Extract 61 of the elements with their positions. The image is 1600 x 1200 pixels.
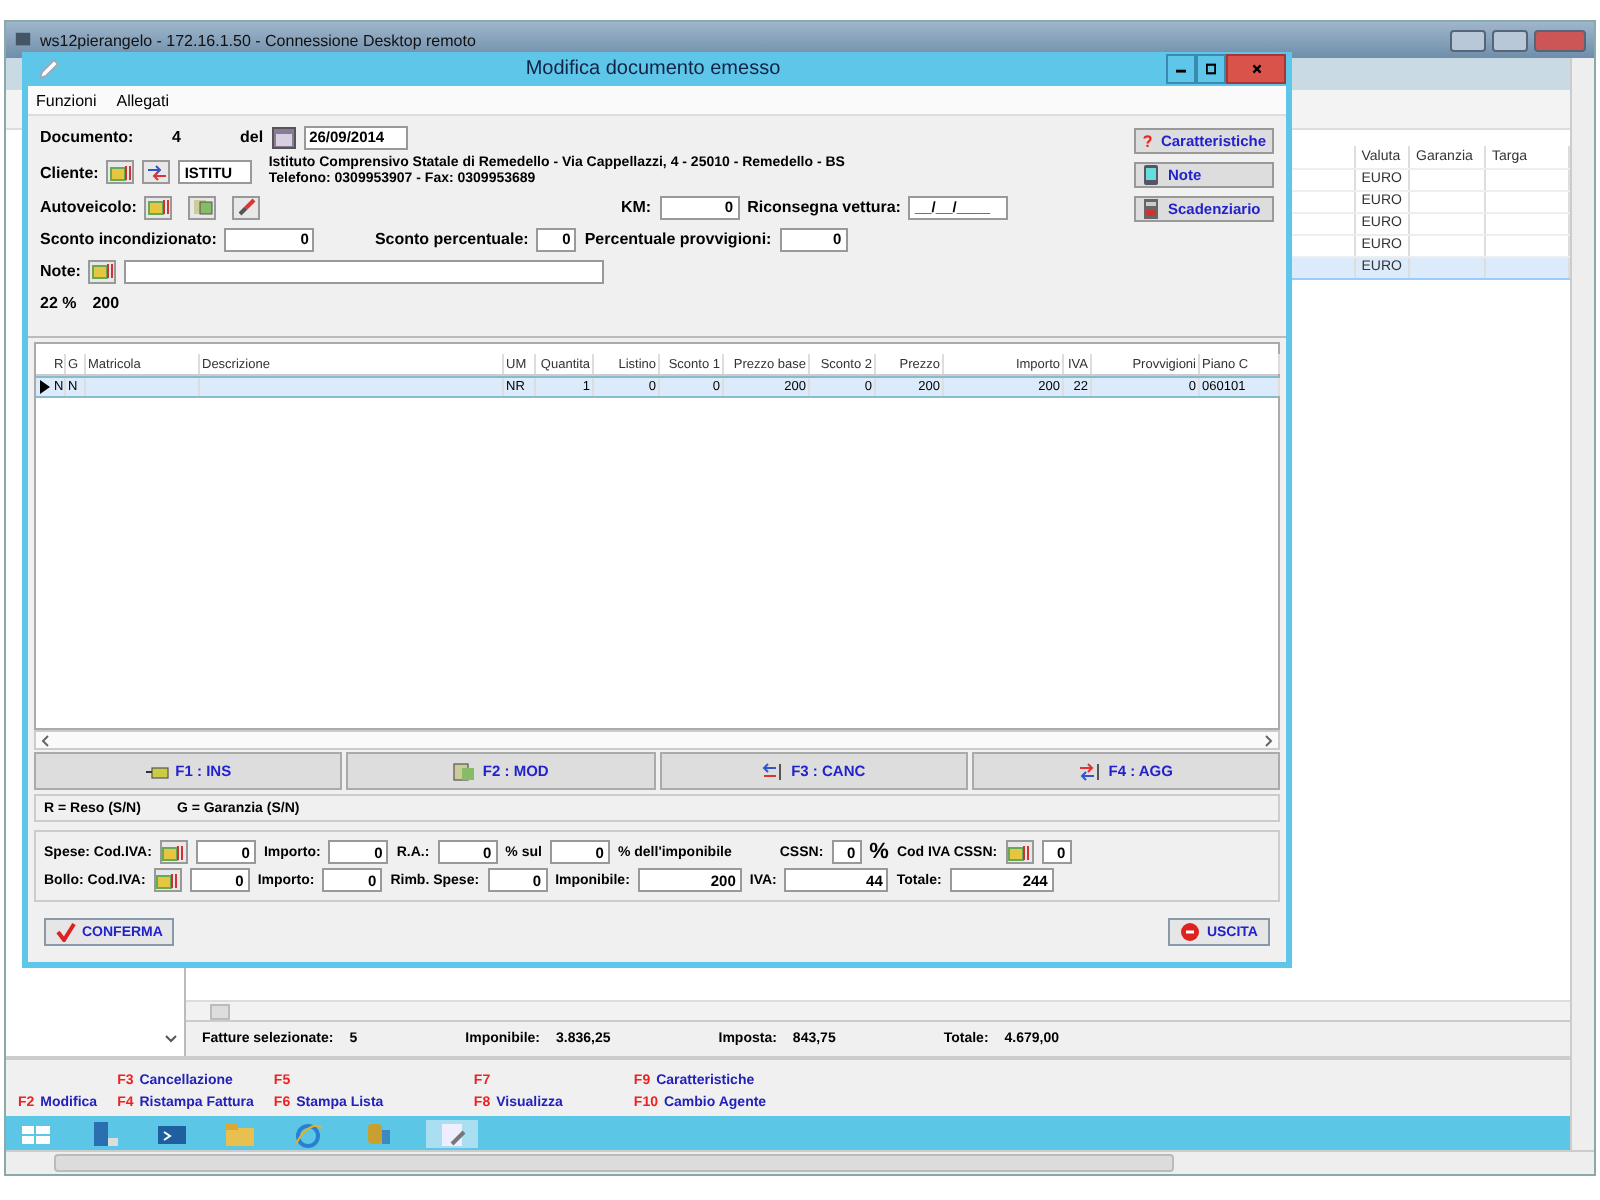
vat-summary: 200 [92,294,120,312]
vehicle-button[interactable] [188,195,217,219]
folder-icon [147,198,170,216]
field-label: Riconsegna vettura: [747,198,901,216]
lookup-button[interactable] [88,259,117,283]
maximize-icon [1206,62,1216,76]
folder-icon [162,843,185,861]
lookup-button[interactable] [153,868,182,892]
row-pointer-icon [39,380,49,394]
scrollbar[interactable] [1570,58,1594,1150]
close-button[interactable] [1226,54,1286,84]
checkmark-icon [56,922,76,942]
insert-icon [145,761,170,781]
vat-summary: 22 % [40,294,77,312]
minimize-button[interactable] [1166,54,1196,84]
lookup-button[interactable] [159,840,188,864]
browser-icon[interactable] [290,1119,326,1147]
field-label: Percentuale provvigioni: [584,230,772,248]
arrows-icon [145,163,168,181]
calculator-icon [1142,198,1160,220]
menu-item[interactable]: Allegati [116,91,169,109]
field-label: % [869,840,889,864]
maximize-button[interactable] [1196,54,1226,84]
phone-icon [1142,164,1160,186]
close-icon [1251,62,1261,76]
field-label: Note: [40,262,81,280]
calendar-icon[interactable] [271,125,296,149]
lookup-button[interactable] [144,195,173,219]
field-label: Sconto incondizionato: [40,230,217,248]
folder-icon [109,163,132,181]
menu-item[interactable]: Funzioni [36,91,97,109]
lookup-button[interactable] [106,160,135,184]
window-title: ws12pierangelo - 172.16.1.50 - Connessione Desktop remoto [40,31,476,49]
scrollbar[interactable] [6,1150,1594,1174]
document-icon[interactable] [426,1119,478,1147]
lookup-button[interactable] [1005,840,1034,864]
edit-icon [452,761,477,781]
dialog-title: Modifica documento emesso [523,58,783,80]
folder-icon [156,871,179,889]
notes-field[interactable] [124,259,605,283]
restore-button[interactable] [1492,29,1528,51]
folder-icon [1008,843,1031,861]
document-number: 4 [172,128,183,146]
chevron-left-icon [40,733,50,747]
question-icon [1142,130,1153,152]
field-label: KM: [620,198,652,216]
exit-icon [1180,922,1201,942]
scrollbar[interactable] [34,730,1280,750]
edit-button[interactable] [232,195,261,219]
transfer-button[interactable] [142,160,171,184]
field-label: Sconto percentuale: [374,230,529,248]
chevron-right-icon [1264,733,1274,747]
field-label: del [240,128,264,146]
field-label: Documento: [40,128,136,146]
field-label: Cliente: [40,163,99,181]
brush-icon [235,198,258,216]
close-button[interactable] [1534,29,1586,51]
scrollbar[interactable] [186,1000,1570,1020]
folder-icon [91,262,114,280]
documents-icon [191,198,214,216]
field-label: Autoveicolo: [40,198,137,216]
